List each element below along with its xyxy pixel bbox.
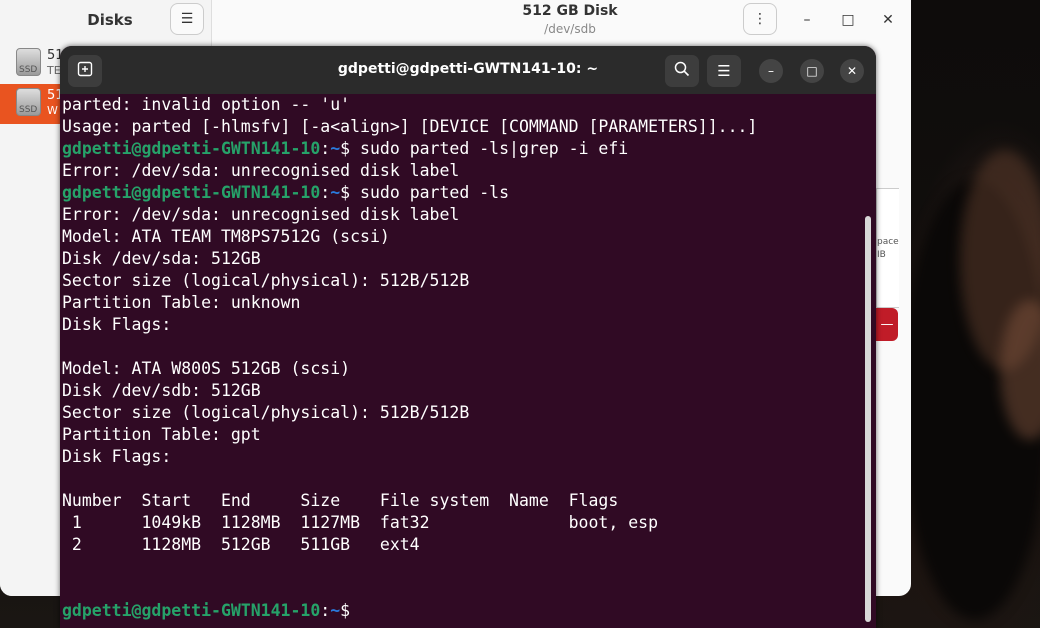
- search-button[interactable]: [665, 55, 699, 87]
- prompt-line: gdpetti@gdpetti-GWTN141-10:~$ sudo parte…: [62, 182, 858, 204]
- maximize-button[interactable]: □: [838, 10, 858, 30]
- vertical-dots-icon: ⋮: [753, 11, 767, 27]
- output-line: Error: /dev/sda: unrecognised disk label: [62, 161, 460, 180]
- table-row: 1 1049kB 1128MB 1127MB fat32 boot, esp: [62, 513, 659, 532]
- close-icon: ✕: [846, 64, 858, 78]
- prompt-line: gdpetti@gdpetti-GWTN141-10:~$: [62, 600, 858, 622]
- output-line: Partition Table: gpt: [62, 425, 261, 444]
- terminal-close-button[interactable]: ✕: [840, 59, 864, 83]
- prompt-path: ~: [330, 601, 341, 620]
- output-line: parted: invalid option -- 'u': [62, 95, 351, 114]
- volume-info-text: pace: [877, 237, 899, 247]
- new-tab-icon: [77, 61, 93, 81]
- output-line: Model: ATA TEAM TM8PS7512G (scsi): [62, 227, 390, 246]
- disk-item-subtitle: TE: [47, 64, 61, 77]
- prompt-user-host: gdpetti@gdpetti-GWTN141-10: [62, 183, 321, 202]
- prompt-path: ~: [330, 139, 341, 158]
- output-line: Sector size (logical/physical): 512B/512…: [62, 403, 470, 422]
- disk-main-title: 512 GB Disk: [522, 3, 618, 19]
- output-line: Model: ATA W800S 512GB (scsi): [62, 359, 351, 378]
- prompt-user-host: gdpetti@gdpetti-GWTN141-10: [62, 601, 321, 620]
- disk-main-subtitle: /dev/sdb: [544, 22, 596, 36]
- terminal-maximize-button[interactable]: □: [800, 59, 824, 83]
- hamburger-icon: ☰: [180, 11, 194, 27]
- table-header-line: Number Start End Size File system Name F…: [62, 491, 619, 510]
- minus-icon: —: [880, 317, 894, 332]
- output-line: Partition Table: unknown: [62, 293, 301, 312]
- terminal-menu-button[interactable]: ☰: [707, 55, 741, 87]
- output-line: Disk /dev/sda: 512GB: [62, 249, 261, 268]
- output-line: Disk Flags:: [62, 447, 172, 466]
- close-button[interactable]: ✕: [878, 10, 898, 30]
- prompt-command: $: [340, 601, 361, 620]
- prompt-line: gdpetti@gdpetti-GWTN141-10:~$ sudo parte…: [62, 138, 858, 160]
- maximize-icon: □: [841, 12, 855, 28]
- volume-info-text: IB: [877, 250, 886, 260]
- prompt-path: ~: [330, 183, 341, 202]
- minimize-button[interactable]: –: [797, 10, 817, 30]
- output-line: Disk /dev/sdb: 512GB: [62, 381, 261, 400]
- terminal-scrollbar[interactable]: [865, 216, 871, 622]
- terminal-output[interactable]: parted: invalid option -- 'u' Usage: par…: [62, 94, 858, 628]
- prompt-user-host: gdpetti@gdpetti-GWTN141-10: [62, 139, 321, 158]
- new-tab-button[interactable]: [68, 55, 102, 87]
- ssd-drive-icon: SSD: [16, 48, 41, 76]
- output-line: Usage: parted [-hlmsfv] [-a<align>] [DEV…: [62, 117, 758, 136]
- terminal-title: gdpetti@gdpetti-GWTN141-10: ~: [337, 61, 599, 77]
- minimize-icon: –: [768, 64, 774, 78]
- prompt-separator: :: [320, 139, 331, 158]
- terminal-minimize-button[interactable]: –: [759, 59, 783, 83]
- hamburger-menu-button[interactable]: ☰: [170, 3, 204, 35]
- prompt-separator: :: [320, 183, 331, 202]
- disk-options-button[interactable]: ⋮: [743, 3, 777, 35]
- terminal-header-bar: gdpetti@gdpetti-GWTN141-10: ~ ☰ – □ ✕: [60, 46, 876, 94]
- ssd-drive-icon: SSD: [16, 88, 41, 116]
- ssd-label: SSD: [19, 105, 38, 115]
- output-line: Error: /dev/sda: unrecognised disk label: [62, 205, 460, 224]
- minimize-icon: –: [803, 12, 811, 28]
- close-icon: ✕: [882, 12, 894, 28]
- disk-item-subtitle: W: [47, 104, 58, 117]
- output-line: Disk Flags:: [62, 315, 172, 334]
- prompt-command: $ sudo parted -ls: [340, 183, 510, 202]
- prompt-command: $ sudo parted -ls|grep -i efi: [340, 139, 629, 158]
- table-row: 2 1128MB 512GB 511GB ext4: [62, 535, 420, 554]
- search-icon: [674, 61, 690, 81]
- prompt-separator: :: [320, 601, 331, 620]
- delete-partition-button[interactable]: —: [876, 308, 898, 341]
- maximize-icon: □: [806, 64, 818, 78]
- hamburger-icon: ☰: [717, 62, 731, 80]
- terminal-window[interactable]: gdpetti@gdpetti-GWTN141-10: ~ ☰ – □ ✕ pa…: [60, 46, 876, 628]
- output-line: Sector size (logical/physical): 512B/512…: [62, 271, 470, 290]
- ssd-label: SSD: [19, 65, 38, 75]
- volume-info-box: pace IB: [876, 188, 899, 308]
